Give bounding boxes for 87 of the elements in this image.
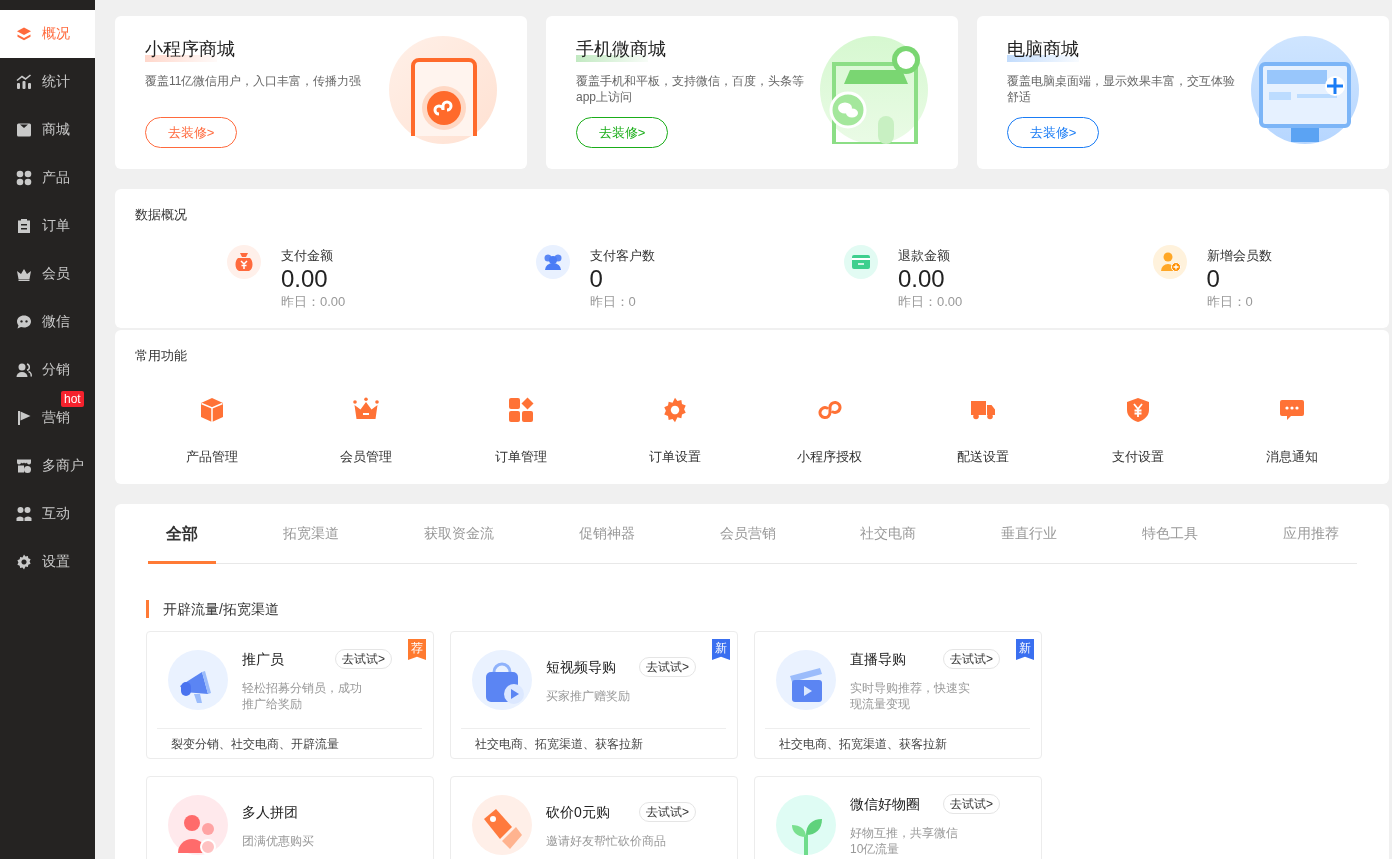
try-button[interactable]: 去试试> [943,793,1000,814]
settings-icon [16,554,32,570]
function-shortcut[interactable]: 支付设置 [1111,397,1164,467]
function-shortcut[interactable]: 会员管理 [340,397,393,467]
app-tags: 社交电商、拓宽渠道、获客拉新 [451,729,737,752]
category-tab[interactable]: 全部 [148,504,216,564]
chat-bubble-icon [16,314,32,330]
try-button[interactable]: 去试试> [335,648,392,669]
sidebar-item[interactable]: 微信 [0,298,95,346]
decorate-button[interactable]: 去装修> [1007,117,1099,148]
try-button[interactable]: 去试试> [639,656,696,677]
function-shortcut[interactable]: 订单管理 [494,397,547,467]
stat-value: 0.00 [898,265,945,293]
stat-yesterday: 昨日：0 [1206,293,1253,311]
function-shortcut[interactable]: 产品管理 [186,397,239,467]
user-plus-icon [1152,245,1187,279]
user-icon [16,362,32,378]
stat-yesterday: 昨日：0.00 [898,293,963,311]
app-badge: 新 [1016,639,1034,660]
cube-icon [199,397,226,423]
app-description: 买家推广赠奖励 [546,687,631,704]
layers-icon [16,26,32,42]
sidebar-item[interactable]: hot 营销 [0,394,95,442]
hot-badge: hot [61,391,84,407]
stat-label: 退款金额 [898,247,950,265]
price-tag-icon [472,795,532,855]
clipboard-icon [16,218,32,234]
function-shortcut[interactable]: 小程序授权 [796,397,862,467]
app-name: 推广员 [242,649,284,669]
app-description: 实时导购推荐，快速实现流量变现 [850,679,971,712]
stat-value: 0 [589,265,603,293]
store-description: 覆盖电脑桌面端，显示效果丰富，交互体验舒适 [1007,73,1236,105]
app-name: 短视频导购 [546,657,616,677]
sidebar-item[interactable]: 互动 [0,490,95,538]
stat-label: 新增会员数 [1206,247,1272,265]
store-description: 覆盖11亿微信用户，入口丰富，传播力强 [145,73,362,89]
app-name: 砍价0元购 [546,802,610,822]
megaphone-icon [168,650,228,710]
stat-yesterday: 昨日：0.00 [281,293,346,311]
stat-value: 0 [1206,265,1220,293]
app-name: 微信好物圈 [850,794,920,814]
grid-icon [507,397,534,423]
app-tags: 裂变分销、社交电商、开辟流量 [147,729,433,752]
shield-icon [1124,397,1151,423]
app-tags: 社交电商、拓宽渠道、获客拉新 [755,729,1041,752]
sidebar-item[interactable]: 统计 [0,58,95,106]
try-button[interactable]: 去试试> [943,648,1000,669]
stat-yesterday: 昨日：0 [589,293,636,311]
store-title: 小程序商城 [145,36,235,62]
settings-icon [661,397,688,423]
app-description: 轻松招募分销员，成功推广给奖励 [242,679,363,712]
section-title: 开辟流量/拓宽渠道 [146,600,279,618]
panel-title: 常用功能 [135,347,188,365]
try-button[interactable]: 去试试> [639,801,696,822]
app-description: 好物互推，共享微信10亿流量 [850,824,959,857]
money-bag-icon [227,245,261,279]
grid-icon [16,170,32,186]
store-description: 覆盖手机和平板，支持微信，百度，头条等app上访问 [576,73,805,105]
sprout-icon [776,795,836,855]
sidebar-item[interactable]: 订单 [0,202,95,250]
store-title: 电脑商城 [1007,36,1079,62]
clapperboard-icon [776,650,836,710]
stat-label: 支付客户数 [589,247,655,265]
store-title: 手机微商城 [576,36,666,62]
sidebar-item[interactable]: 商城 [0,106,95,154]
bar-chart-icon [16,74,32,90]
function-shortcut[interactable]: 消息通知 [1265,397,1318,467]
app-description: 团满优惠购买 [242,832,315,849]
flag-icon [16,410,32,426]
message-icon [1278,397,1305,423]
app-description: 邀请好友帮忙砍价商品 [546,832,667,849]
sidebar-item[interactable]: 多商户 [0,442,95,490]
sidebar-item[interactable]: 会员 [0,250,95,298]
stat-label: 支付金额 [281,247,333,265]
app-name: 多人拼团 [242,802,298,822]
sidebar-item[interactable]: 设置 [0,538,95,586]
app-name: 直播导购 [850,649,906,669]
panel-title: 数据概况 [135,206,188,224]
sidebar-item[interactable]: 产品 [0,154,95,202]
group-icon [168,795,228,855]
app-badge: 新 [712,639,730,660]
function-shortcut[interactable]: 配送设置 [957,397,1010,467]
card-icon [844,245,878,279]
sidebar-item[interactable]: 分销 [0,346,95,394]
app-badge: 荐 [408,639,426,660]
function-shortcut[interactable]: 订单设置 [648,397,701,467]
stat-value: 0.00 [281,265,328,293]
